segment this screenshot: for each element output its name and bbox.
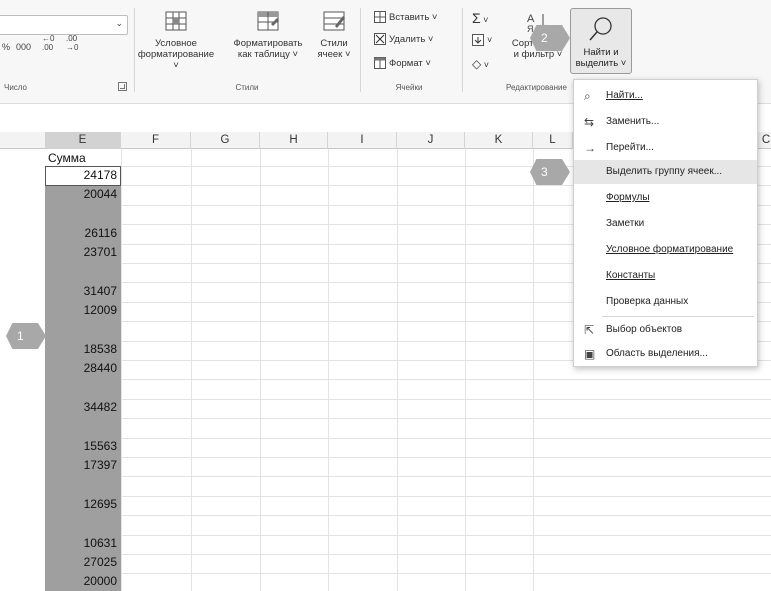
- cell-value[interactable]: 26116: [45, 224, 121, 243]
- gridline: [45, 438, 771, 439]
- search-icon: ⌕: [584, 89, 591, 103]
- format-cells-icon: [374, 57, 386, 70]
- column-header-l[interactable]: L: [533, 132, 573, 149]
- cell-styles-icon: [323, 11, 345, 31]
- cell-value[interactable]: 28440: [45, 359, 121, 378]
- search-icon: [589, 17, 612, 41]
- cell-value[interactable]: 12695: [45, 495, 121, 514]
- menu-item-conditional-formatting[interactable]: Условное форматирование: [574, 238, 757, 262]
- menu-item-data-validation[interactable]: Проверка данных: [574, 290, 757, 314]
- gridline: [45, 554, 771, 555]
- cell-styles-button[interactable]: Стили ячеек ˅: [312, 10, 356, 60]
- gridline: [397, 149, 398, 591]
- gridline: [45, 399, 771, 400]
- menu-item-go-to-special[interactable]: Выделить группу ячеек...: [574, 160, 757, 184]
- column-header-f[interactable]: F: [121, 132, 191, 149]
- conditional-formatting-button[interactable]: Условное форматирование ˅: [136, 10, 216, 71]
- gridline: [45, 379, 771, 380]
- step-badge-2: 2: [530, 25, 570, 51]
- gridline: [121, 149, 122, 591]
- insert-cells-icon: [374, 11, 386, 24]
- selection-pane-icon: ▣: [584, 347, 596, 361]
- pointer-icon: ⇱: [584, 323, 595, 337]
- column-header-j[interactable]: J: [397, 132, 465, 149]
- menu-item-constants[interactable]: Константы: [574, 264, 757, 288]
- cell-value[interactable]: 23701: [45, 243, 121, 262]
- gridline: [45, 573, 771, 574]
- menu-separator: [602, 316, 754, 317]
- autosum-button[interactable]: Σ ˅: [472, 10, 488, 26]
- gridline: [45, 457, 771, 458]
- menu-item-notes[interactable]: Заметки: [574, 212, 757, 236]
- svg-text:Я: Я: [527, 24, 534, 32]
- cell-value[interactable]: 10631: [45, 534, 121, 553]
- gridline: [533, 149, 534, 591]
- menu-item-selection-pane[interactable]: ▣ Область выделения...: [574, 342, 757, 366]
- currency-format-button[interactable]: %: [2, 42, 10, 52]
- gridline: [45, 418, 771, 419]
- cell-value[interactable]: 24178: [45, 166, 121, 185]
- format-cells-button[interactable]: Формат ˅: [374, 56, 431, 72]
- gridline: [45, 515, 771, 516]
- gridline: [328, 149, 329, 591]
- cell-value[interactable]: 31407: [45, 282, 121, 301]
- number-format-dropdown[interactable]: ⌄: [0, 15, 128, 35]
- sum-header-cell[interactable]: Сумма: [45, 150, 121, 167]
- gridline: [45, 496, 771, 497]
- conditional-formatting-icon: [165, 11, 187, 31]
- find-select-button[interactable]: Найти и выделить ˅: [570, 8, 632, 74]
- menu-item-find[interactable]: ⌕ Найти...: [574, 84, 757, 108]
- eraser-icon: ◇: [472, 57, 482, 71]
- step-badge-1: 1: [6, 323, 46, 349]
- column-header-e[interactable]: E: [45, 132, 121, 149]
- cell-value[interactable]: 27025: [45, 553, 121, 572]
- fill-down-icon: [472, 34, 484, 47]
- cell-value[interactable]: 20000: [45, 572, 121, 591]
- column-header-partial[interactable]: C: [760, 132, 771, 149]
- menu-item-replace[interactable]: ⇆ Заменить...: [574, 110, 757, 134]
- arrow-right-icon: →: [584, 141, 596, 155]
- ribbon-separator: [462, 8, 463, 92]
- clear-button[interactable]: ◇ ˅: [472, 56, 489, 72]
- format-as-table-button[interactable]: Форматировать как таблицу ˅: [226, 10, 310, 60]
- ribbon-separator: [360, 8, 361, 92]
- step-badge-3: 3: [530, 159, 570, 185]
- cell-value[interactable]: 34482: [45, 398, 121, 417]
- cells-group-label: Ячейки: [395, 83, 423, 92]
- cell-value[interactable]: 12009: [45, 301, 121, 320]
- sigma-icon: Σ: [472, 10, 481, 26]
- gridline: [465, 149, 466, 591]
- fill-button[interactable]: ˅: [472, 32, 492, 48]
- find-select-menu: ⌕ Найти... ⇆ Заменить... → Перейти... Вы…: [573, 79, 758, 367]
- column-header-i[interactable]: I: [328, 132, 397, 149]
- cell-value[interactable]: 20044: [45, 185, 121, 204]
- cell-value[interactable]: 18538: [45, 340, 121, 359]
- replace-icon: ⇆: [584, 115, 595, 129]
- delete-cells-icon: [374, 33, 386, 46]
- menu-item-select-objects[interactable]: ⇱ Выбор объектов: [574, 318, 757, 342]
- ribbon-separator: [134, 8, 135, 92]
- column-header-g[interactable]: G: [191, 132, 260, 149]
- column-header-h[interactable]: H: [260, 132, 328, 149]
- menu-item-goto[interactable]: → Перейти...: [574, 136, 757, 160]
- delete-cells-button[interactable]: Удалить ˅: [374, 32, 433, 48]
- styles-group-label: Стили: [235, 83, 259, 92]
- format-as-table-icon: [257, 11, 279, 31]
- gridline: [45, 535, 771, 536]
- cell-value[interactable]: 17397: [45, 456, 121, 475]
- increase-decimal-button[interactable]: ←0.00: [42, 34, 54, 52]
- number-group-label: Число: [4, 83, 28, 92]
- chevron-down-icon: ⌄: [115, 18, 123, 28]
- number-group-launcher-icon[interactable]: [118, 82, 127, 91]
- gridline: [260, 149, 261, 591]
- insert-cells-button[interactable]: Вставить ˅: [374, 10, 437, 26]
- gridline: [191, 149, 192, 591]
- decrease-decimal-button[interactable]: .00 →0: [66, 34, 78, 52]
- editing-group-label: Редактирование: [506, 83, 567, 92]
- column-header-k[interactable]: K: [465, 132, 533, 149]
- cell-value[interactable]: 15563: [45, 437, 121, 456]
- thousands-separator-button[interactable]: 000: [16, 42, 31, 52]
- gridline: [45, 476, 771, 477]
- menu-item-formulas[interactable]: Формулы: [574, 186, 757, 210]
